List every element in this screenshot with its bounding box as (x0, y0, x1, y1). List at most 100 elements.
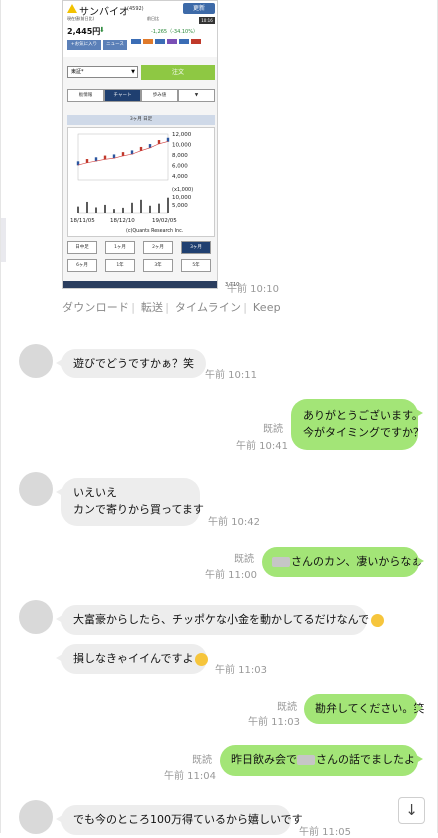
message-text: カンで寄りから買ってます (73, 503, 204, 516)
redacted-name (272, 557, 290, 567)
volume-tick-label: 10,000 (172, 195, 192, 201)
avatar[interactable] (19, 344, 53, 378)
message-text: 昨日飲み会で (231, 753, 297, 766)
timestamp: 午前 10:10 (227, 284, 279, 295)
timeline-link[interactable]: タイムライン (175, 301, 241, 314)
message-text: 今がタイミングですか？ (303, 426, 424, 439)
read-receipt: 既読 (263, 424, 283, 435)
volume-bar (113, 209, 115, 213)
range-2m: 2ヶ月 (143, 241, 173, 254)
stock-chart-svg: 12,000 10,000 8,000 6,000 4,000 (x1,000) 10,00… (70, 132, 193, 234)
x-tick-label: 19/02/05 (152, 218, 177, 224)
timestamp: 午前 11:00 (205, 570, 257, 581)
range-1m: 1ヶ月 (105, 241, 135, 254)
message-bubble: さんのカン、凄いからなぁ (262, 547, 424, 577)
redacted-name (297, 755, 315, 765)
candle-mark (166, 137, 170, 142)
quote-time: 10:16 (199, 17, 215, 24)
price-tick-label: 8,000 (172, 153, 188, 159)
message-bubble: 遊びでどうですかぁ？笑 (56, 349, 206, 378)
volume-bar (104, 204, 106, 213)
window-edge-marker (1, 218, 6, 262)
download-link[interactable]: ダウンロード (62, 301, 129, 314)
volume-bar (158, 203, 160, 213)
avatar[interactable] (19, 472, 53, 506)
badge-icon (143, 39, 153, 44)
volume-bar (140, 199, 142, 213)
badge-icon (179, 39, 189, 44)
keep-link[interactable]: Keep (253, 301, 281, 314)
badge-icon (155, 39, 165, 44)
range-1y: 1年 (105, 259, 135, 272)
message-text: ありがとうございます。 (303, 409, 423, 422)
timestamp: 午前 10:11 (205, 370, 257, 381)
volume-bar (131, 202, 133, 213)
favorite-button: +お気に入り (67, 40, 101, 50)
x-tick-label: 18/12/10 (110, 218, 135, 224)
read-receipt: 既読 (234, 554, 254, 565)
volume-bar (167, 197, 169, 213)
image-attachment[interactable]: サンバイオ (4592) 更新 現在値(前日比) 前日比 10:16 2,445… (62, 0, 218, 289)
change-label: 前日比 (147, 16, 159, 21)
badge-icon (191, 39, 201, 44)
timestamp: 午前 11:03 (248, 717, 300, 728)
scroll-to-bottom-button[interactable]: ↓ (398, 797, 425, 824)
message-bubble: ありがとうございます。 今がタイミングですか？ (291, 399, 424, 450)
message-text: 勘弁してください。笑 (315, 702, 425, 715)
bottom-bar (63, 281, 217, 288)
message-text: いえいえ (73, 486, 117, 499)
price-label: 現在値(前日比) (67, 16, 95, 21)
message-bubble: 大富豪からしたら、チッポケな小金を動かしてるだけなんで (56, 605, 385, 635)
order-button: 注文 (141, 65, 215, 80)
message-text: 大富豪からしたら、チッポケな小金を動かしてるだけなんで (73, 613, 370, 626)
volume-tick-label: 5,000 (172, 203, 188, 209)
range-5y: 5年 (181, 259, 211, 272)
tab-board: 板情報 (67, 89, 104, 102)
message-text: でも今のところ100万得ているから嬉しいです (73, 813, 303, 826)
price-tick-label: 12,000 (172, 132, 192, 138)
smile-emoji-icon (371, 613, 385, 627)
message-bubble: 勘弁してください。笑 (304, 694, 424, 724)
refresh-button: 更新 (183, 3, 215, 14)
stock-code: (4592) (127, 6, 144, 12)
stock-chart: 12,000 10,000 8,000 6,000 4,000 (x1,000) 10,00… (67, 127, 215, 237)
timestamp: 午前 11:03 (215, 665, 267, 676)
message-bubble: でも今のところ100万得ているから嬉しいです (56, 805, 303, 835)
attachment-actions: ダウンロード | 転送 | タイムライン | Keep (62, 301, 281, 314)
tab-chart: チャート (104, 89, 141, 102)
news-button: ニュース (103, 40, 127, 50)
timestamp: 午前 10:42 (208, 517, 260, 528)
price-plot-area (77, 133, 169, 181)
down-arrow-icon: ⬇ (99, 26, 105, 34)
read-receipt: 既読 (192, 755, 212, 766)
price-tick-label: 6,000 (172, 164, 188, 170)
tab-more: ▼ (178, 89, 215, 102)
arrow-down-icon: ↓ (405, 801, 418, 819)
volume-unit-label: (x1,000) (172, 187, 193, 193)
price-tick-label: 4,000 (172, 174, 188, 180)
avatar[interactable] (19, 800, 53, 834)
market-select-value: 東証* (71, 69, 84, 75)
range-3y: 3年 (143, 259, 173, 272)
timestamp: 午前 10:41 (236, 441, 288, 452)
message-text: さんの話でましたよ (316, 753, 415, 766)
message-text: さんのカン、凄いからなぁ (291, 555, 423, 568)
volume-bar (77, 206, 79, 213)
forward-link[interactable]: 転送 (141, 301, 163, 314)
range-intraday: 日中足 (67, 241, 97, 254)
volume-bar (149, 205, 151, 213)
avatar[interactable] (19, 600, 53, 634)
chevron-down-icon: ▼ (131, 69, 135, 75)
chart-period-bar: 3ヶ月 日足 (67, 115, 215, 125)
market-select: 東証* ▼ (67, 66, 138, 78)
badge-icon (167, 39, 177, 44)
read-receipt: 既読 (277, 702, 297, 713)
tab-ticks: 歩み値 (141, 89, 178, 102)
message-text: 損しなきゃイイんですよ (73, 652, 194, 665)
timestamp: 午前 11:04 (164, 771, 216, 782)
volume-bar (95, 207, 97, 213)
timestamp: 午前 11:05 (299, 827, 351, 838)
x-tick-label: 18/11/05 (70, 218, 95, 224)
ok-hand-emoji-icon (195, 652, 209, 666)
range-3m: 3ヶ月 (181, 241, 211, 254)
